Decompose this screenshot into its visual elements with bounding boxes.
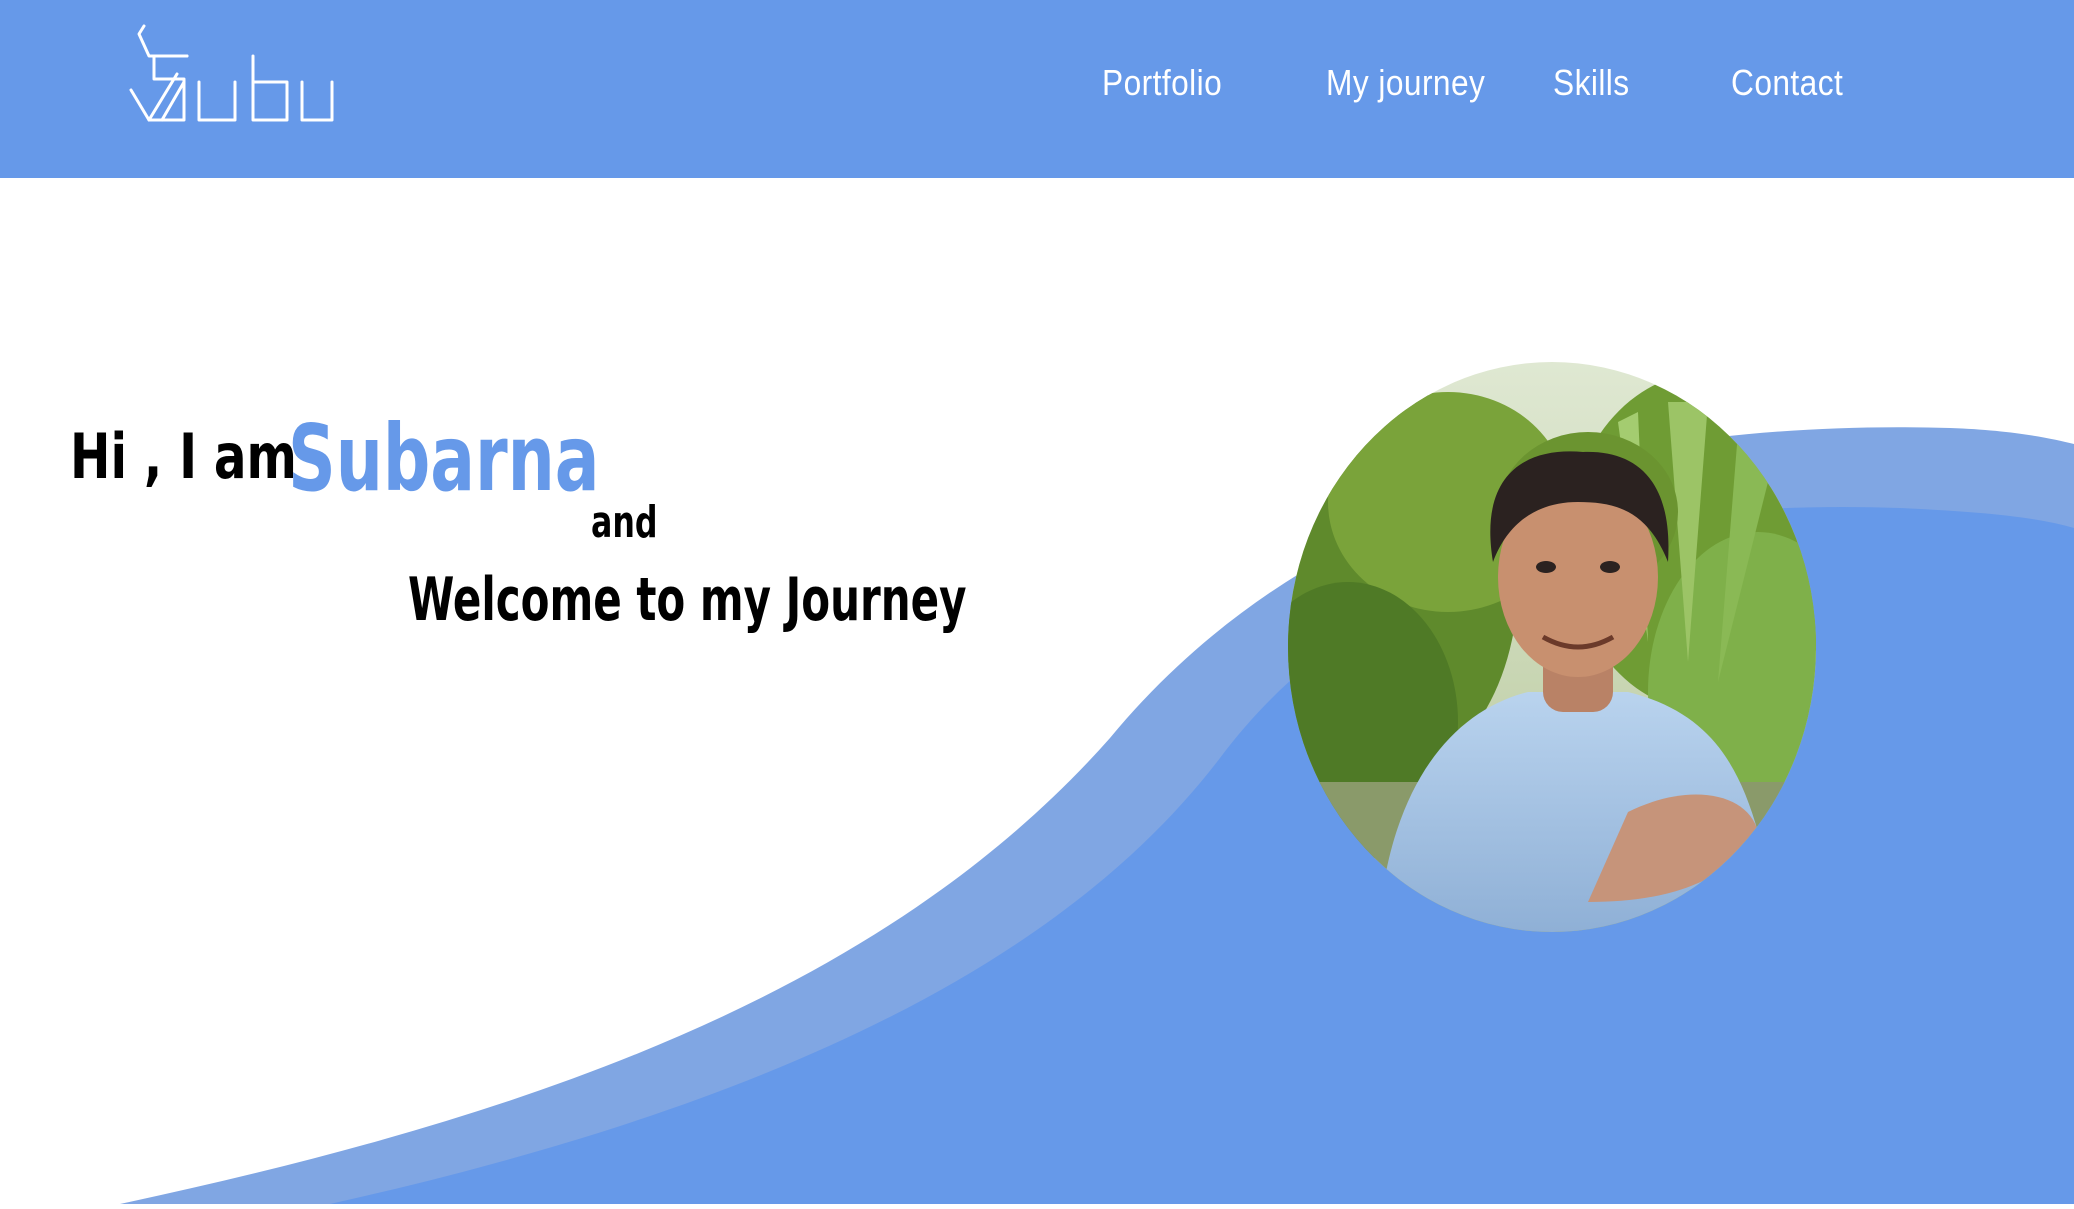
- subu-logo-icon[interactable]: [127, 22, 337, 132]
- top-navbar: Portfolio My journey Skills Contact: [0, 0, 2074, 178]
- nav-my-journey-link[interactable]: My journey: [1326, 62, 1485, 104]
- hero-welcome: Welcome to my Journey: [408, 565, 967, 635]
- nav-skills-link[interactable]: Skills: [1553, 62, 1630, 104]
- profile-photo: [1288, 362, 1816, 932]
- nav-contact-link[interactable]: Contact: [1731, 62, 1843, 104]
- hero-name: Subarna: [288, 405, 600, 512]
- greeting-text: Hi , I am: [70, 420, 297, 493]
- nav-portfolio-link[interactable]: Portfolio: [1102, 62, 1222, 104]
- hero-connector: and: [591, 497, 658, 548]
